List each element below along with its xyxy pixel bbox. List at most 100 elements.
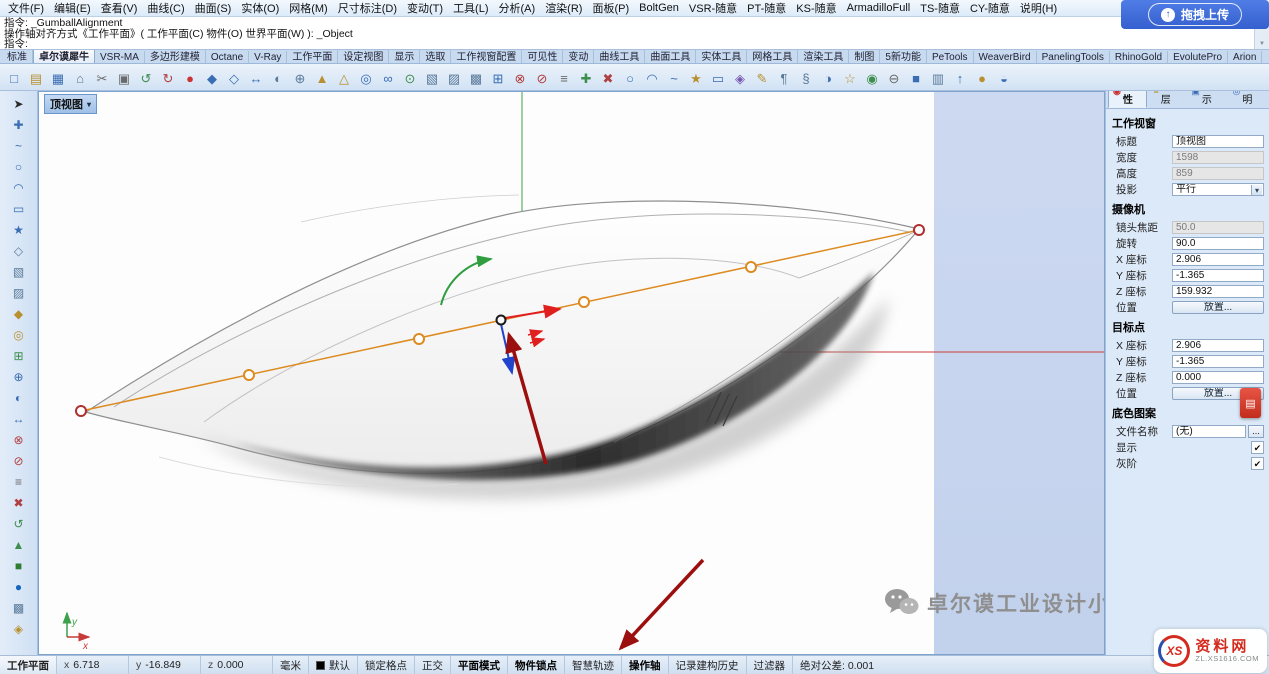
layer-icon[interactable]: ■ [905,66,927,89]
gumball-origin[interactable] [497,316,506,325]
split-icon[interactable]: ⊘ [6,450,32,471]
status-toggle[interactable]: 正交 [415,656,451,674]
hide-icon[interactable]: ● [6,576,32,597]
section-icon[interactable]: § [795,66,817,89]
menu-item[interactable]: TS-随意 [915,0,965,17]
menu-item[interactable]: CY-随意 [965,0,1015,17]
curve-icon[interactable]: ~ [6,135,32,156]
toolbar-tab[interactable]: 可见性 [522,50,563,63]
status-toggle[interactable]: 锁定格点 [358,656,415,674]
gumball-icon[interactable]: ↑ [949,66,971,89]
property-value[interactable]: ✔ [1251,457,1264,470]
menu-item[interactable]: 文件(F) [3,0,49,17]
menu-item[interactable]: 实体(O) [236,0,284,17]
panel-tab[interactable]: ≡ 图层 [1148,91,1185,108]
material-icon[interactable]: ◉ [861,66,883,89]
align-icon[interactable]: ▲ [6,534,32,555]
ellipse-icon[interactable]: ◇ [6,240,32,261]
property-value[interactable]: 2.906 [1172,253,1264,266]
join-icon[interactable]: ≡ [6,471,32,492]
rotate-icon[interactable]: ◐ [267,66,289,89]
arc-icon[interactable]: ◠ [641,66,663,89]
move-icon[interactable]: ◆ [201,66,223,89]
command-area[interactable]: ▲ ▼ 指令: _GumballAlignment操作轴对齐方式《工作平面》( … [0,17,1269,50]
rotate-icon[interactable]: ◐ [6,387,32,408]
toolbar-tab[interactable]: 设定视图 [338,50,389,63]
toolbar-tab[interactable]: 曲线工具 [594,50,645,63]
toolbar-tab[interactable]: PeTools [927,51,974,63]
menu-item[interactable]: PT-随意 [742,0,791,17]
grid-icon[interactable]: ⊞ [487,66,509,89]
panel-tab[interactable]: ◎ 说明 [1228,91,1267,108]
status-toggle[interactable]: 记录建构历史 [669,656,747,674]
polygon-icon[interactable]: ★ [6,219,32,240]
surface-icon[interactable]: ▧ [421,66,443,89]
toolbar-tab[interactable]: VSR-MA [95,51,145,63]
toolbar-tab[interactable]: 5新功能 [880,50,927,63]
browse-button[interactable]: ... [1248,425,1264,438]
text-icon[interactable]: ¶ [773,66,795,89]
render-icon[interactable]: ☆ [839,66,861,89]
cut-icon[interactable]: ✂ [91,66,113,89]
viewport-canvas[interactable]: y x [39,92,1105,655]
toolbar-tab[interactable]: Octane [206,51,249,63]
menu-item[interactable]: 面板(P) [587,0,634,17]
toolbar-tab[interactable]: 实体工具 [696,50,747,63]
save-icon[interactable]: ▦ [47,66,69,89]
toolbar-tab[interactable]: 曲面工具 [645,50,696,63]
select-icon[interactable]: ➤ [6,93,32,114]
surface-icon[interactable]: ▧ [6,261,32,282]
menu-item[interactable]: KS-随意 [791,0,841,17]
upload-banner[interactable]: ↑ 拖拽上传 [1121,0,1269,29]
open-file-icon[interactable]: ▤ [25,66,47,89]
status-toggle[interactable]: 平面模式 [451,656,508,674]
toolbar-tab[interactable]: 网格工具 [747,50,798,63]
toolbar-tab[interactable]: 显示 [389,50,420,63]
trim-icon[interactable]: ⊗ [509,66,531,89]
rectangle-icon[interactable]: ▭ [707,66,729,89]
rectangle-icon[interactable]: ▭ [6,198,32,219]
property-value[interactable]: (无) [1172,425,1246,438]
analyze-icon[interactable]: ◒ [993,66,1015,89]
toolbar-tab[interactable]: WeaverBird [974,51,1037,63]
menu-item[interactable]: VSR-随意 [684,0,742,17]
toolbar-tab[interactable]: 工作视窗配置 [451,50,522,63]
mesh-icon[interactable]: ▩ [465,66,487,89]
menu-item[interactable]: ArmadilloFull [842,1,916,15]
toolbar-tab[interactable]: 多边形建模 [145,50,206,63]
status-toggle[interactable]: 物件锁点 [508,656,565,674]
toolbar-tab[interactable]: PanelingTools [1037,51,1110,63]
copy-object-icon[interactable]: ◇ [223,66,245,89]
extrude-icon[interactable]: ▲ [311,66,333,89]
menu-item[interactable]: 查看(V) [96,0,143,17]
property-value[interactable]: 2.906 [1172,339,1264,352]
property-value[interactable]: -1.365 [1172,269,1264,282]
gumball-handle[interactable] [746,262,756,272]
menu-item[interactable]: 分析(A) [494,0,541,17]
menu-item[interactable]: 曲线(C) [142,0,189,17]
toolbar-tab[interactable]: 卓尔谟犀牛 [33,50,95,63]
scroll-down-icon[interactable]: ▼ [1259,40,1265,49]
property-value[interactable]: -1.365 [1172,355,1264,368]
toolbar-tab[interactable]: 渲染工具 [798,50,849,63]
toolbar-tab[interactable]: 工作平面 [287,50,338,63]
toolbar-tab[interactable]: 标准 [2,50,33,63]
hatch-icon[interactable]: ▩ [6,597,32,618]
properties-icon[interactable]: ▥ [927,66,949,89]
shade-icon[interactable]: ◑ [817,66,839,89]
toolbar-tab[interactable]: EvolutePro [1168,51,1228,63]
add-point-icon[interactable]: ✚ [575,66,597,89]
sweep-icon[interactable]: ▨ [6,282,32,303]
move-icon[interactable]: ⊕ [6,366,32,387]
property-value[interactable]: 顶视图 [1172,135,1264,148]
circle-icon[interactable]: ○ [6,156,32,177]
property-value[interactable]: 50.0 [1172,221,1264,234]
property-value[interactable]: 放置... [1172,301,1264,314]
toolbar-tab[interactable]: 制图 [849,50,880,63]
status-toggle[interactable]: 智慧轨迹 [565,656,622,674]
menu-item[interactable]: 曲面(S) [190,0,237,17]
menu-item[interactable]: 网格(M) [284,0,333,17]
toolbar-tab[interactable]: 变动 [563,50,594,63]
menu-item[interactable]: 尺寸标注(D) [333,0,402,17]
polygon-icon[interactable]: ★ [685,66,707,89]
